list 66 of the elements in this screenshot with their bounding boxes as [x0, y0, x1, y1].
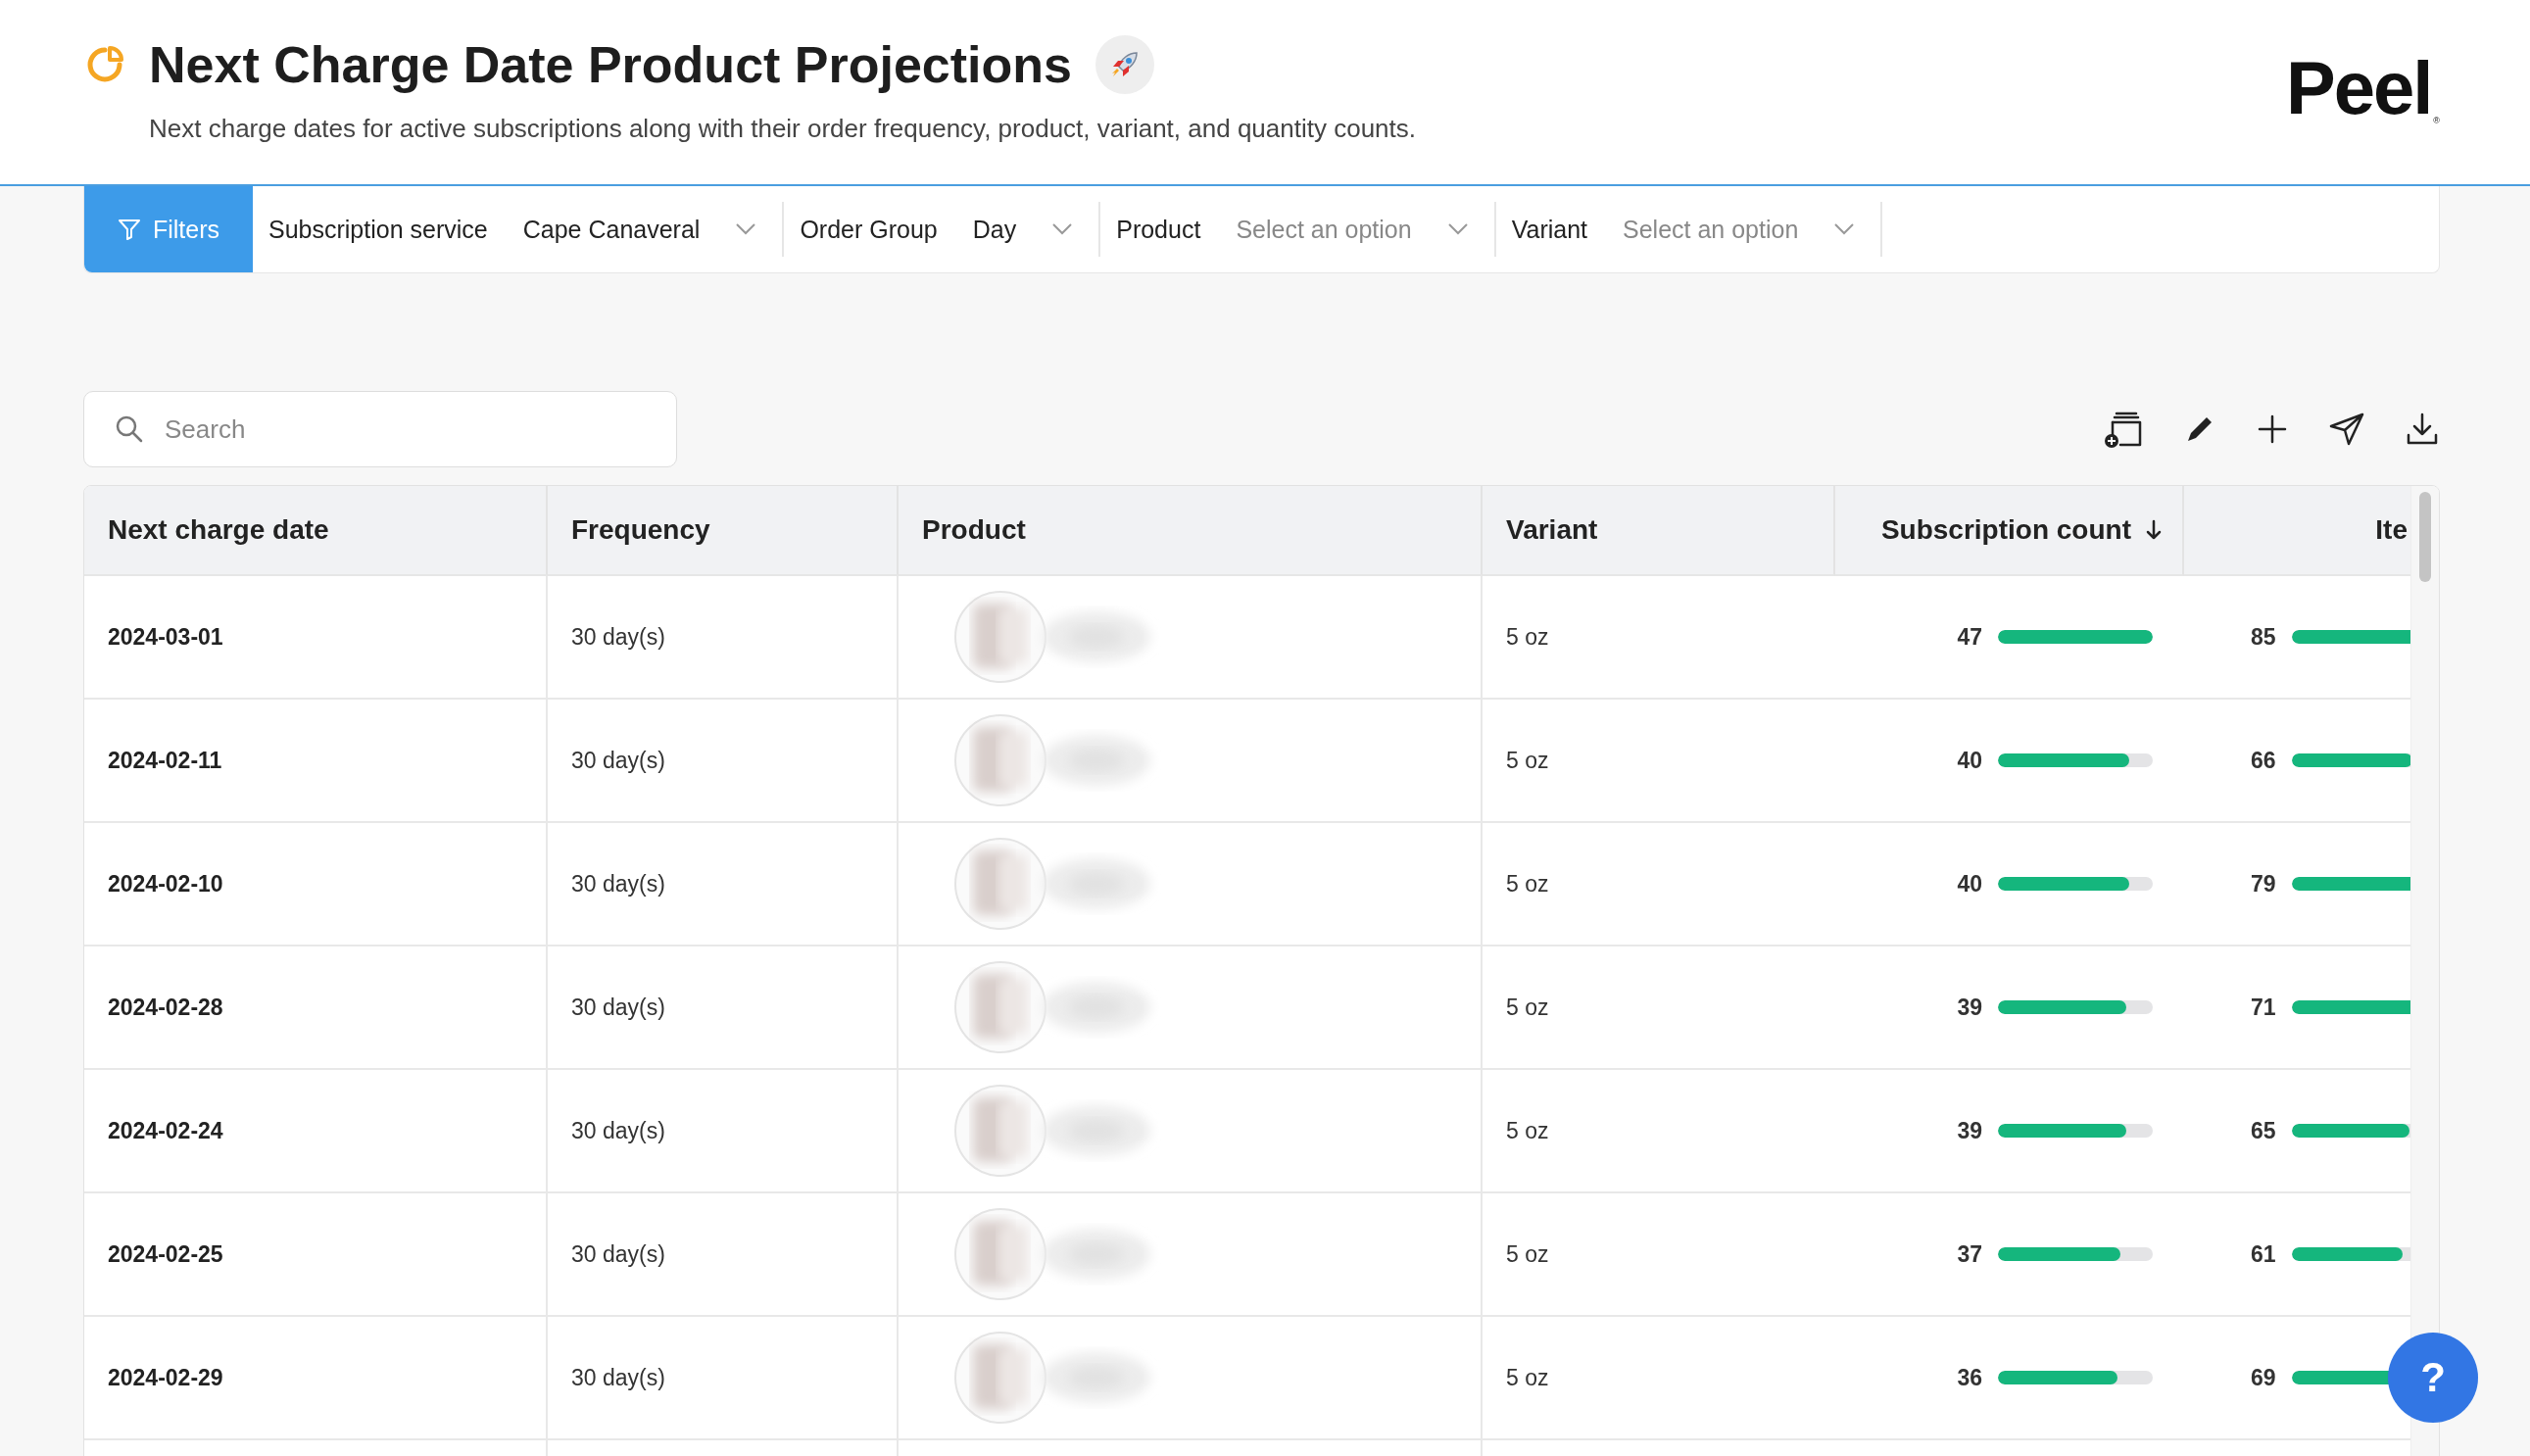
logo: Peel: [2286, 51, 2432, 125]
table-cell: 2024-02-28: [84, 946, 548, 1070]
filter-label: Order Group: [800, 215, 938, 244]
search-icon: [115, 414, 144, 444]
column-header[interactable]: Next charge date: [84, 486, 548, 576]
count-value: 37: [1956, 1240, 1982, 1268]
help-button[interactable]: ?: [2388, 1333, 2478, 1423]
count-value: 40: [1956, 747, 1982, 774]
count-value: 85: [2251, 623, 2276, 651]
count-value: 71: [2251, 994, 2276, 1021]
send-icon[interactable]: [2328, 412, 2365, 447]
filter-icon: [117, 218, 141, 241]
chevron-down-icon: [735, 222, 757, 236]
table-cell: 30 day(s): [548, 1193, 899, 1317]
filter-dropdown[interactable]: Select an option: [1236, 215, 1469, 244]
column-header[interactable]: Product: [899, 486, 1483, 576]
column-header[interactable]: Subscription count: [1835, 486, 2184, 576]
filter-label: Variant: [1511, 215, 1588, 244]
count-value: 36: [1956, 1364, 1982, 1391]
table-cell: 5 oz: [1483, 1317, 1835, 1440]
filter-dropdown[interactable]: Cape Canaveral: [522, 215, 757, 244]
count-value: 65: [2251, 1117, 2276, 1144]
count-value: 47: [1956, 623, 1982, 651]
plus-icon[interactable]: [2256, 413, 2289, 446]
count-value: 39: [1956, 994, 1982, 1021]
chevron-down-icon: [1446, 222, 1469, 236]
table-cell: 30 day(s): [548, 1317, 899, 1440]
table-cell: 5 oz: [1483, 823, 1835, 946]
table-cell: 2024-02-10: [84, 823, 548, 946]
table-cell: 2024-02-11: [84, 700, 548, 823]
download-icon[interactable]: [2405, 412, 2440, 447]
table-cell: 30 day(s): [548, 823, 899, 946]
column-header[interactable]: Frequency: [548, 486, 899, 576]
table-cell: 2024-02-29: [84, 1317, 548, 1440]
table-cell: 5 oz: [1483, 1193, 1835, 1317]
table-cell: 5 oz: [1483, 946, 1835, 1070]
table-cell: 5 oz: [1483, 700, 1835, 823]
count-value: 61: [2251, 1240, 2276, 1268]
count-value: 40: [1956, 870, 1982, 898]
table-cell: 2024-02-24: [84, 1070, 548, 1193]
table-cell: 30 day(s): [548, 1070, 899, 1193]
table-cell: 30 day(s): [548, 946, 899, 1070]
trademark-mark: ®: [2433, 116, 2440, 125]
scrollbar-thumb[interactable]: [2419, 492, 2431, 582]
table-cell: 2024-03-01: [84, 576, 548, 700]
table-cell: 2024-02-25: [84, 1193, 548, 1317]
page-subtitle: Next charge dates for active subscriptions along with their order frequency, product, variant, and quantity counts.: [149, 114, 1416, 144]
chevron-down-icon: [1051, 222, 1074, 236]
count-value: 39: [1956, 1117, 1982, 1144]
table-cell: 30 day(s): [548, 700, 899, 823]
column-header[interactable]: Ite: [2184, 486, 2410, 576]
table-cell: 5 oz: [1483, 576, 1835, 700]
table-cell: 5 oz: [1483, 1070, 1835, 1193]
count-value: 66: [2251, 747, 2276, 774]
search-field[interactable]: Search: [83, 391, 677, 467]
filter-label: Subscription service: [268, 215, 488, 244]
column-header[interactable]: Variant: [1483, 486, 1835, 576]
filter-dropdown[interactable]: Select an option: [1623, 215, 1856, 244]
count-value: 79: [2251, 870, 2276, 898]
page-title: Next Charge Date Product Projections: [149, 35, 1072, 94]
add-stack-icon[interactable]: [2103, 410, 2144, 449]
filter-label: Product: [1116, 215, 1201, 244]
table-cell: 30 day(s): [548, 576, 899, 700]
filter-dropdown[interactable]: Day: [972, 215, 1074, 244]
chevron-down-icon: [1833, 222, 1856, 236]
count-value: 69: [2251, 1364, 2276, 1391]
